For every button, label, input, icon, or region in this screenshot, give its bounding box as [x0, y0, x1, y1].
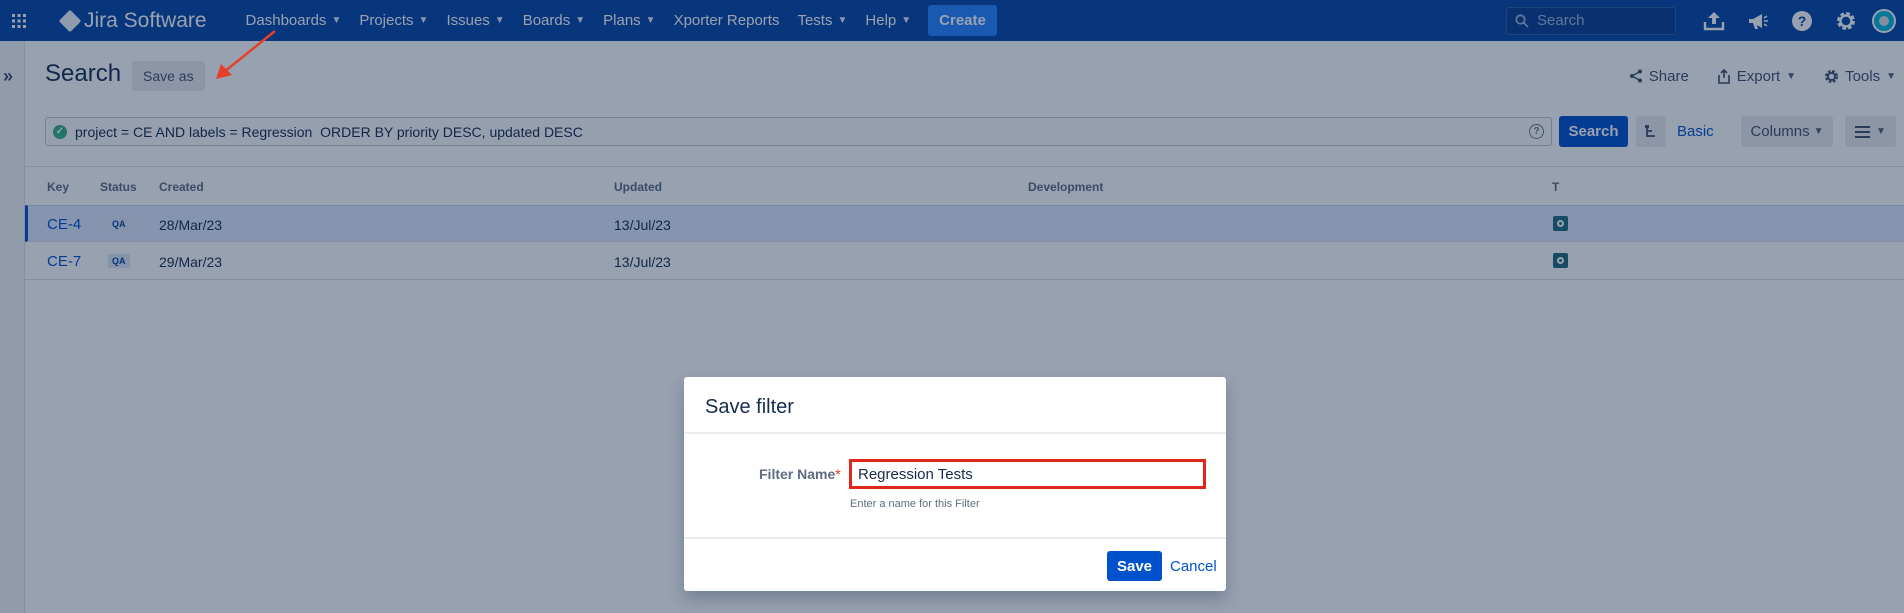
- dialog-title: Save filter: [705, 396, 794, 418]
- required-marker: *: [835, 466, 841, 482]
- filter-name-label-text: Filter Name: [759, 466, 836, 482]
- filter-name-label: Filter Name*: [759, 466, 841, 482]
- save-button[interactable]: Save: [1107, 551, 1162, 581]
- save-filter-dialog: Save filter Filter Name* Enter a name fo…: [684, 377, 1226, 591]
- annotation-arrow-icon: [216, 30, 276, 79]
- dialog-footer-divider: [684, 537, 1226, 539]
- filter-name-input[interactable]: [849, 459, 1206, 489]
- cancel-link[interactable]: Cancel: [1170, 558, 1217, 575]
- filter-name-hint: Enter a name for this Filter: [850, 498, 980, 510]
- dialog-header-divider: [684, 432, 1226, 434]
